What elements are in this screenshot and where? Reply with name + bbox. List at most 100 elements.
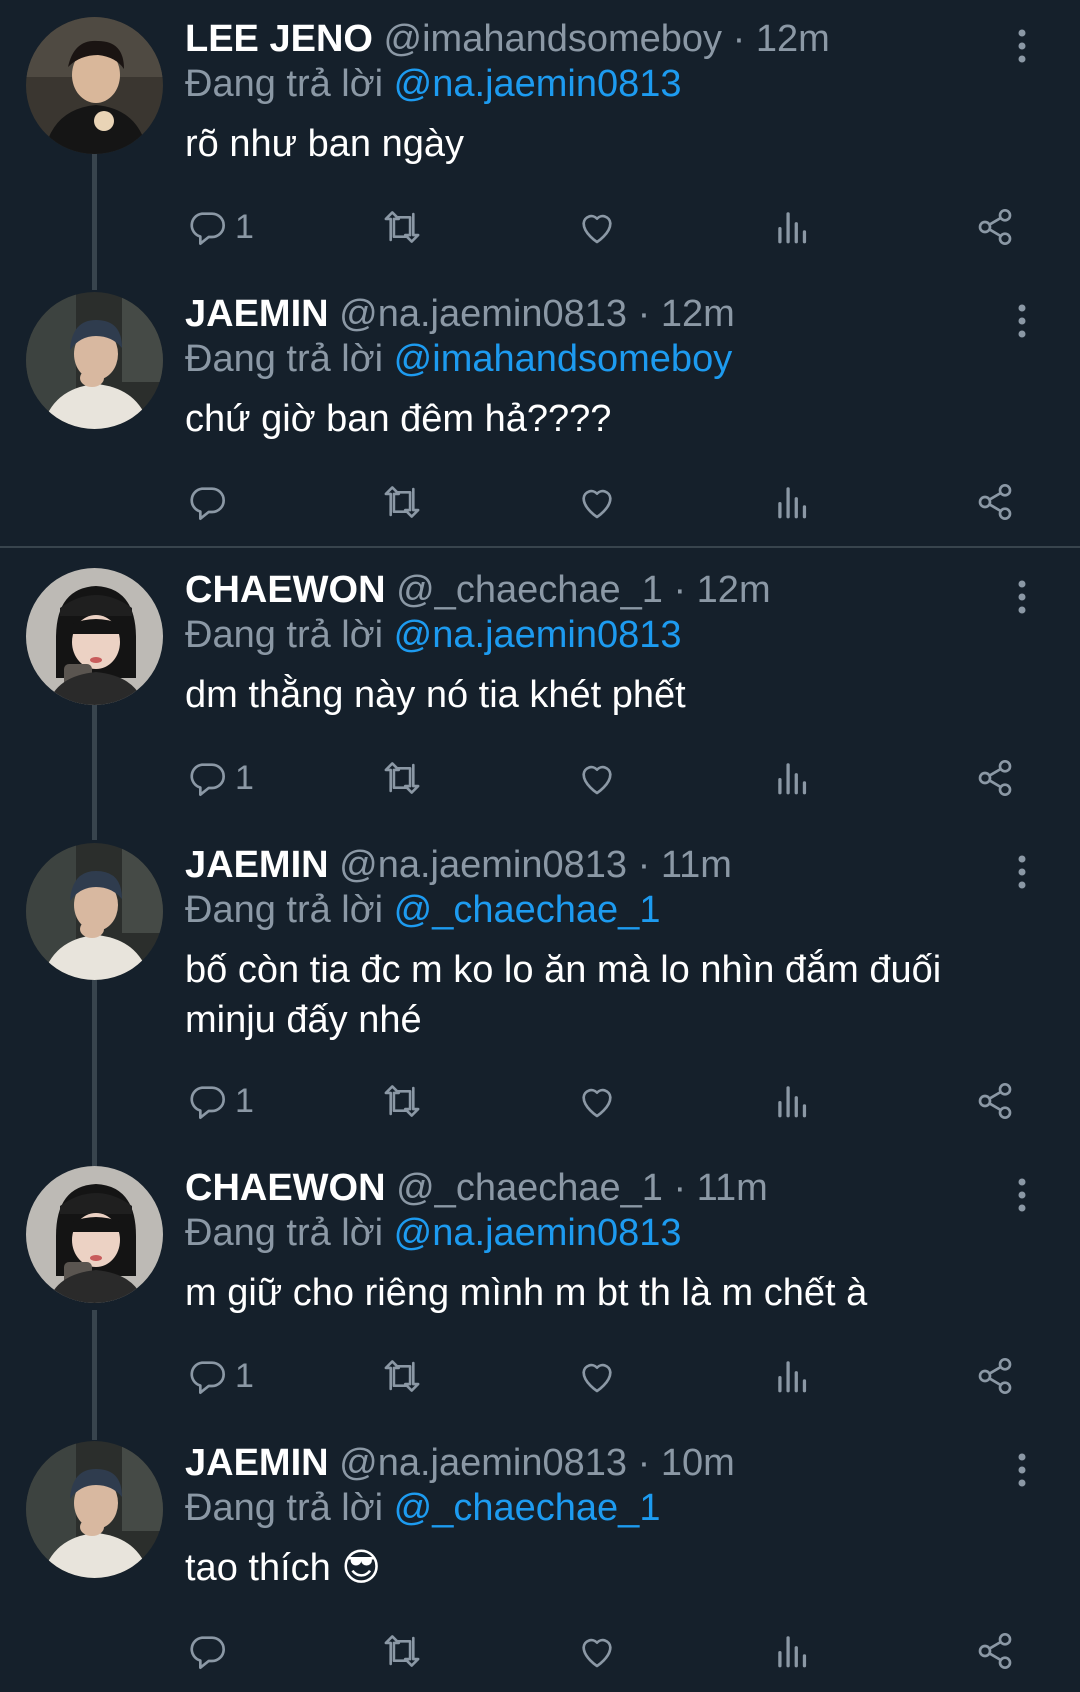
display-name[interactable]: JAEMIN — [185, 293, 329, 335]
reply-button[interactable] — [187, 1628, 235, 1674]
separator-dot: · — [732, 18, 746, 60]
replying-to-handle[interactable]: @imahandsomeboy — [394, 338, 733, 380]
reply-button[interactable] — [187, 479, 235, 525]
more-options-icon[interactable] — [1016, 1178, 1028, 1212]
heart-icon — [582, 1088, 612, 1118]
replying-to-handle[interactable]: @na.jaemin0813 — [394, 1212, 682, 1254]
heart-icon — [582, 489, 612, 519]
more-options-icon[interactable] — [1016, 855, 1028, 889]
thread-line — [92, 150, 97, 290]
separator-dot: · — [637, 293, 651, 335]
share-button[interactable] — [975, 479, 1015, 525]
like-button[interactable] — [577, 1078, 617, 1124]
avatar[interactable] — [26, 17, 163, 154]
share-button[interactable] — [975, 204, 1015, 250]
like-button[interactable] — [577, 1353, 617, 1399]
tweet-header: LEE JENO @imahandsomeboy · 12m — [185, 17, 1080, 61]
replying-to-handle[interactable]: @na.jaemin0813 — [394, 63, 682, 105]
timestamp[interactable]: 10m — [661, 1442, 735, 1484]
replying-to-handle[interactable]: @_chaechae_1 — [394, 889, 661, 931]
tweet-header: JAEMIN @na.jaemin0813 · 11m — [185, 843, 1080, 887]
user-handle[interactable]: @na.jaemin0813 — [339, 1442, 627, 1484]
replying-to-handle[interactable]: @na.jaemin0813 — [394, 614, 682, 656]
timestamp[interactable]: 11m — [697, 1167, 768, 1209]
reply-icon — [190, 763, 225, 796]
user-handle[interactable]: @na.jaemin0813 — [339, 293, 627, 335]
views-button[interactable] — [775, 755, 811, 801]
like-button[interactable] — [577, 755, 617, 801]
retweet-button[interactable] — [381, 479, 423, 525]
retweet-icon — [384, 1635, 420, 1667]
thread-line — [92, 700, 97, 840]
share-icon — [978, 209, 1012, 245]
retweet-button[interactable] — [381, 1628, 423, 1674]
reply-button[interactable]: 1 — [187, 1078, 254, 1124]
avatar[interactable] — [26, 1166, 163, 1303]
user-handle[interactable]: @_chaechae_1 — [396, 1167, 663, 1209]
retweet-icon — [384, 1085, 420, 1117]
reply-button[interactable]: 1 — [187, 204, 254, 250]
separator-dot: · — [637, 844, 651, 886]
avatar[interactable] — [26, 1441, 163, 1578]
more-options-icon[interactable] — [1016, 1453, 1028, 1487]
avatar[interactable] — [26, 843, 163, 980]
avatar[interactable] — [26, 568, 163, 705]
display-name[interactable]: JAEMIN — [185, 1442, 329, 1484]
replying-to-label: Đang trả lời — [185, 889, 384, 931]
display-name[interactable]: CHAEWON — [185, 1167, 386, 1209]
tweet-header: JAEMIN @na.jaemin0813 · 10m — [185, 1441, 1080, 1485]
share-button[interactable] — [975, 1353, 1015, 1399]
views-button[interactable] — [775, 479, 811, 525]
tweet-text: bố còn tia đc m ko lo ăn mà lo nhìn đắm … — [185, 949, 942, 1041]
timestamp[interactable]: 12m — [661, 293, 735, 335]
more-options-icon[interactable] — [1016, 29, 1028, 63]
share-button[interactable] — [975, 755, 1015, 801]
tweet-text: rõ như ban ngày — [185, 123, 464, 165]
replying-to: Đang trả lời @_chaechae_1 — [185, 887, 1080, 933]
views-button[interactable] — [775, 1353, 811, 1399]
tweet-actions: 1 — [185, 1353, 1045, 1399]
like-button[interactable] — [577, 1628, 617, 1674]
timestamp[interactable]: 12m — [697, 569, 771, 611]
display-name[interactable]: LEE JENO — [185, 18, 373, 60]
share-icon — [978, 484, 1012, 520]
share-button[interactable] — [975, 1078, 1015, 1124]
user-handle[interactable]: @_chaechae_1 — [396, 569, 663, 611]
more-options-icon[interactable] — [1016, 580, 1028, 614]
replying-to-label: Đang trả lời — [185, 1487, 384, 1529]
display-name[interactable]: CHAEWON — [185, 569, 386, 611]
analytics-icon — [778, 1086, 807, 1118]
retweet-button[interactable] — [381, 1353, 423, 1399]
avatar[interactable] — [26, 292, 163, 429]
views-button[interactable] — [775, 1078, 811, 1124]
tweet-text: tao thích 😎 — [185, 1547, 381, 1589]
retweet-button[interactable] — [381, 204, 423, 250]
like-button[interactable] — [577, 204, 617, 250]
replying-to-handle[interactable]: @_chaechae_1 — [394, 1487, 661, 1529]
retweet-icon — [384, 1360, 420, 1392]
more-options-icon[interactable] — [1016, 304, 1028, 338]
replying-to-label: Đang trả lời — [185, 338, 384, 380]
display-name[interactable]: JAEMIN — [185, 844, 329, 886]
analytics-icon — [778, 1636, 807, 1668]
like-button[interactable] — [577, 479, 617, 525]
heart-icon — [582, 214, 612, 244]
views-button[interactable] — [775, 204, 811, 250]
timestamp[interactable]: 11m — [661, 844, 732, 886]
replying-to: Đang trả lời @na.jaemin0813 — [185, 61, 1080, 107]
share-button[interactable] — [975, 1628, 1015, 1674]
tweet-header: CHAEWON @_chaechae_1 · 11m — [185, 1166, 1080, 1210]
reply-button[interactable]: 1 — [187, 1353, 254, 1399]
replying-to: Đang trả lời @imahandsomeboy — [185, 336, 1080, 382]
separator-dot: · — [637, 1442, 651, 1484]
user-handle[interactable]: @imahandsomeboy — [384, 18, 723, 60]
retweet-button[interactable] — [381, 755, 423, 801]
replying-to-label: Đang trả lời — [185, 1212, 384, 1254]
timestamp[interactable]: 12m — [756, 18, 830, 60]
reply-button[interactable]: 1 — [187, 755, 254, 801]
tweet-actions: 1 — [185, 755, 1045, 801]
views-button[interactable] — [775, 1628, 811, 1674]
retweet-button[interactable] — [381, 1078, 423, 1124]
reply-count: 1 — [235, 1356, 254, 1395]
user-handle[interactable]: @na.jaemin0813 — [339, 844, 627, 886]
